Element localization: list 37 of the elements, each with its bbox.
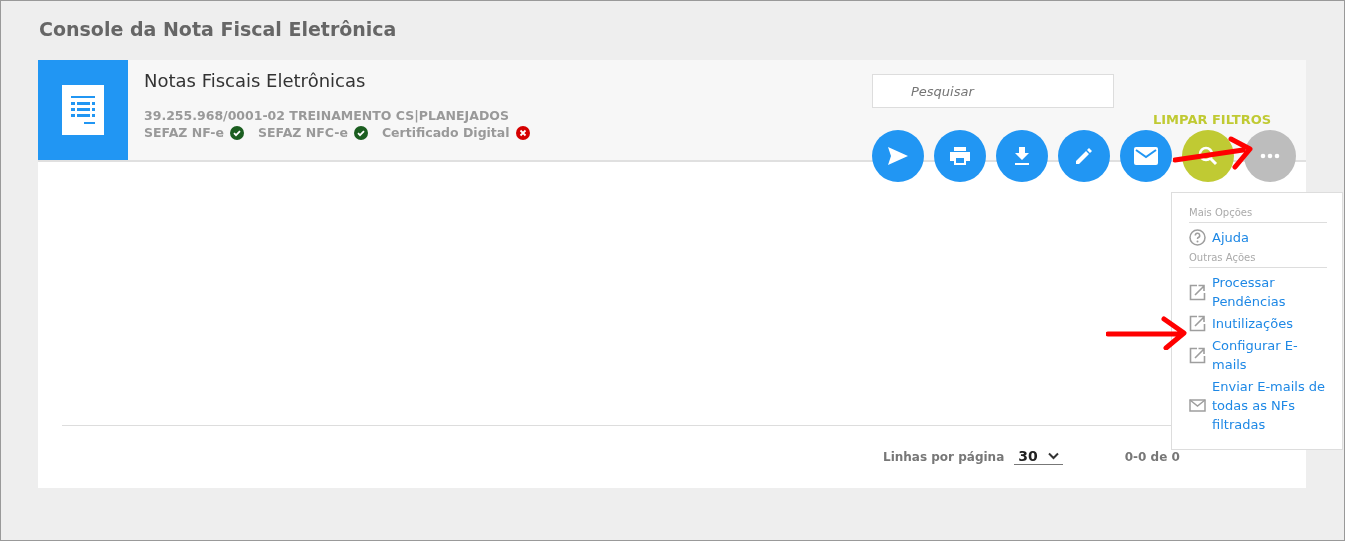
edit-button[interactable] bbox=[1058, 130, 1110, 182]
mail-icon bbox=[1133, 146, 1159, 166]
mail-button[interactable] bbox=[1120, 130, 1172, 182]
company-name: 39.255.968/0001-02 TREINAMENTO CS|PLANEJADOS bbox=[144, 107, 510, 124]
print-button[interactable] bbox=[934, 130, 986, 182]
send-icon bbox=[887, 146, 909, 166]
menu-item[interactable]: Inutilizações bbox=[1212, 314, 1293, 333]
menu-item[interactable]: Enviar E-mails de todas as NFs filtradas bbox=[1212, 377, 1327, 434]
rows-per-page-select[interactable]: 30 bbox=[1014, 448, 1063, 465]
search-field[interactable]: Pesquisar bbox=[872, 74, 1114, 108]
page-title: Console da Nota Fiscal Eletrônica bbox=[39, 18, 397, 40]
external-link-icon bbox=[1189, 315, 1206, 332]
help-icon bbox=[1189, 229, 1206, 246]
document-list-icon bbox=[62, 85, 104, 135]
pencil-icon bbox=[1074, 146, 1094, 166]
rows-per-page-label: Linhas por página bbox=[883, 449, 1005, 464]
status-label: SEFAZ NFC-e bbox=[258, 124, 348, 141]
send-button[interactable] bbox=[872, 130, 924, 182]
menu-item[interactable]: Configurar E-mails bbox=[1212, 336, 1327, 374]
status-label: Certificado Digital bbox=[381, 124, 510, 141]
menu-section-title: Outras Ações bbox=[1189, 250, 1327, 268]
more-button[interactable] bbox=[1244, 130, 1296, 182]
caret-icon bbox=[1047, 452, 1059, 460]
menu-item[interactable]: Ajuda bbox=[1212, 228, 1249, 247]
download-icon bbox=[1014, 146, 1030, 166]
page-range: 0-0 de 0 bbox=[1124, 449, 1180, 464]
printer-icon bbox=[949, 146, 971, 166]
download-button[interactable] bbox=[996, 130, 1048, 182]
search-icon bbox=[1198, 146, 1218, 166]
menu-section-title: Mais Opções bbox=[1189, 205, 1327, 223]
card-title: Notas Fiscais Eletrônicas bbox=[144, 70, 367, 91]
external-link-icon bbox=[1189, 346, 1206, 364]
more-icon bbox=[1260, 153, 1280, 159]
menu-item[interactable]: Processar Pendências bbox=[1212, 273, 1327, 311]
status-label: SEFAZ NF-e bbox=[144, 124, 225, 141]
mail-icon bbox=[1189, 399, 1206, 412]
external-link-icon bbox=[1189, 283, 1206, 301]
